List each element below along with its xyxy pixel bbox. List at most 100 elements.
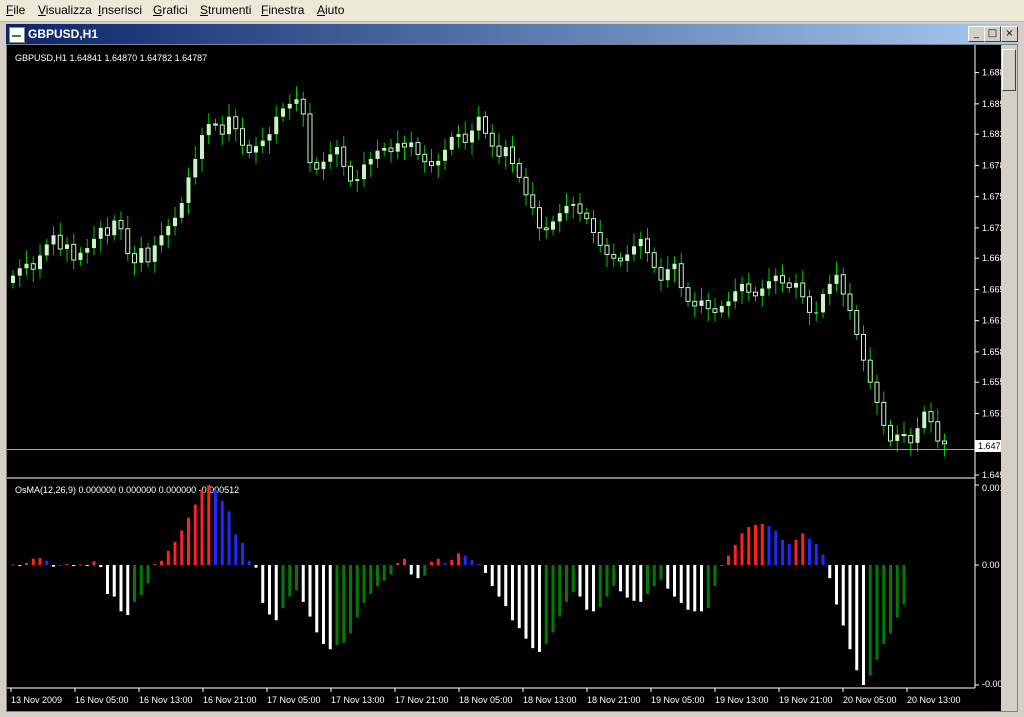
osma-bar (787, 543, 791, 565)
candle-body (415, 141, 421, 155)
osma-bar (106, 565, 109, 594)
time-axis-label: 19 Nov 21:00 (779, 695, 833, 705)
osma-bar (18, 565, 22, 567)
candle-body (462, 133, 468, 143)
candle-body (834, 274, 839, 284)
candle-body (942, 440, 947, 445)
candle-body (57, 234, 63, 250)
candle-body (246, 144, 252, 154)
osma-bar (760, 523, 764, 565)
candle-body (139, 248, 144, 263)
candle-body (854, 310, 860, 335)
menu-item-aiuto[interactable]: Aiuto (317, 3, 344, 17)
osma-bar (889, 565, 892, 634)
osma-bar (619, 565, 622, 592)
chart-window-title: GBPUSD,H1 (28, 27, 99, 41)
restore-button[interactable]: □ (984, 26, 1001, 42)
osma-bar (659, 565, 663, 580)
price-panel-header: GBPUSD,H1 1.64841 1.64870 1.64782 1.6478… (15, 53, 207, 63)
candle-body (516, 163, 522, 178)
candle-body (672, 263, 677, 270)
candle-body (260, 140, 265, 147)
time-axis-label: 16 Nov 13:00 (139, 695, 193, 705)
osma-bar (389, 565, 393, 575)
indicator-axis-label: -0.00228 (982, 679, 1001, 689)
candle-body (422, 153, 428, 163)
osma-bar (875, 565, 879, 660)
chart-window-titlebar[interactable]: GBPUSD,H1 _ □ × (6, 24, 1018, 44)
candle-body (483, 116, 488, 134)
osma-bar (362, 565, 366, 603)
candle-body (503, 147, 508, 157)
candle-body (429, 161, 434, 166)
osma-bar (193, 504, 197, 565)
osma-bar (396, 562, 400, 565)
time-axis: 13 Nov 2009 16 Nov 05:00 16 Nov 13:00 16 No… (10, 688, 961, 705)
osma-bar (315, 565, 319, 633)
osma-bar (821, 554, 825, 565)
candle-body (368, 158, 373, 165)
vertical-scrollbar[interactable] (1001, 45, 1017, 711)
candle-body (699, 300, 704, 306)
candle-body (740, 283, 744, 292)
candle-body (254, 146, 258, 153)
menu-item-finestra[interactable]: Finestra (261, 3, 304, 17)
menu-item-file[interactable]: File (6, 3, 25, 17)
menu-item-strumenti[interactable]: Strumenti (200, 3, 251, 17)
candle-body (712, 308, 718, 313)
candle-body (496, 145, 502, 157)
chart-canvas[interactable]: GBPUSD,H1 1.64841 1.64870 1.64782 1.6478… (7, 45, 1001, 711)
candle-body (206, 124, 211, 136)
osma-bar (841, 565, 845, 626)
candle-body (753, 291, 758, 297)
osma-bar (612, 565, 616, 587)
osma-bar (403, 558, 406, 565)
osma-bar (58, 565, 62, 566)
menu-item-grafici[interactable]: Grafici (153, 3, 188, 17)
candle-body (571, 203, 576, 206)
scrollbar-thumb[interactable] (1002, 49, 1016, 91)
candle-body (645, 238, 650, 254)
osma-bar (268, 565, 271, 615)
menu-item-inserisci[interactable]: Inserisci (98, 3, 142, 17)
candle-body (388, 147, 394, 153)
osma-bar (288, 565, 292, 597)
candle-body (112, 220, 117, 236)
candle-body (651, 252, 657, 268)
time-axis-label: 17 Nov 05:00 (267, 695, 321, 705)
price-axis-label: 1.65520 (982, 377, 1001, 387)
price-candles (11, 86, 947, 457)
osma-bar (504, 565, 508, 607)
minimize-button[interactable]: _ (968, 26, 985, 42)
candle-body (800, 282, 806, 298)
price-axis-label: 1.66870 (982, 253, 1001, 263)
candle-body (551, 221, 555, 230)
candle-body (65, 244, 69, 250)
osma-bar (625, 565, 629, 598)
candle-body (523, 176, 529, 196)
osma-bar (139, 565, 143, 595)
candle-body (604, 244, 610, 256)
candle-body (692, 300, 698, 307)
candle-body (152, 245, 157, 262)
osma-bar (484, 565, 487, 573)
time-axis-label: 17 Nov 13:00 (331, 695, 385, 705)
candle-body (328, 154, 333, 162)
osma-bar (646, 565, 649, 594)
chart-window[interactable]: GBPUSD,H1 1.64841 1.64870 1.64782 1.6478… (6, 44, 1018, 712)
menu-item-visualizza[interactable]: Visualizza (38, 3, 92, 17)
osma-histogram (11, 485, 906, 685)
candle-body (705, 299, 711, 310)
osma-bar (531, 565, 535, 649)
time-axis-label: 13 Nov 2009 (11, 695, 62, 705)
time-axis-label: 18 Nov 21:00 (587, 695, 641, 705)
candle-body (678, 263, 684, 289)
candle-body (807, 296, 812, 313)
candle-body (145, 247, 151, 263)
candle-body (881, 401, 887, 426)
candle-body (922, 411, 927, 429)
osma-bar (490, 565, 494, 587)
osma-bar (457, 553, 460, 565)
osma-bar (25, 562, 28, 565)
close-button[interactable]: × (1001, 26, 1018, 42)
